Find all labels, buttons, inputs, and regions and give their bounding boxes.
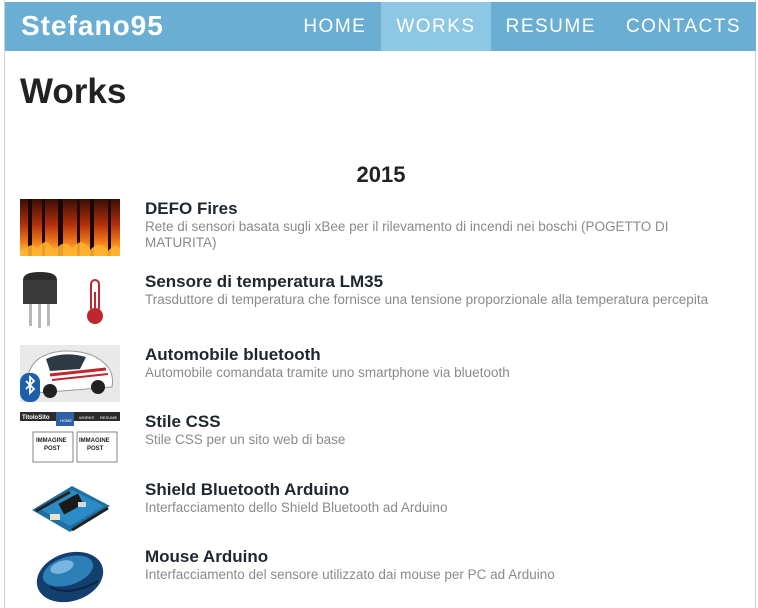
mockup-nav-works: WORKS bbox=[79, 415, 94, 420]
mockup-box2-line2: POST bbox=[87, 446, 104, 452]
mockup-box1-line2: POST bbox=[44, 446, 61, 452]
work-item-description: Stile CSS per un sito web di base bbox=[145, 432, 346, 447]
top-navbar: Stefano95 HOME WORKS RESUME CONTACTS bbox=[5, 2, 756, 51]
arduino-shield-image[interactable] bbox=[20, 480, 120, 537]
work-item-title[interactable]: DEFO Fires bbox=[145, 199, 238, 219]
mockup-site-title: TitoloSito bbox=[22, 415, 50, 421]
work-item: DEFO Fires Rete di sensori basata sugli … bbox=[20, 199, 740, 259]
work-item-title[interactable]: Automobile bluetooth bbox=[145, 345, 321, 365]
year-heading: 2015 bbox=[356, 162, 406, 187]
temperature-sensor-image[interactable] bbox=[20, 272, 120, 329]
site-brand[interactable]: Stefano95 bbox=[21, 9, 164, 43]
nav-resume[interactable]: RESUME bbox=[491, 2, 611, 51]
work-item-description: Rete di sensori basata sugli xBee per il… bbox=[145, 219, 669, 250]
work-item-description: Trasduttore di temperatura che fornisce … bbox=[145, 292, 709, 307]
work-item: Shield Bluetooth Arduino Interfacciament… bbox=[20, 480, 740, 540]
nav-works[interactable]: WORKS bbox=[381, 2, 491, 51]
work-item: Mouse Arduino Interfacciamento del senso… bbox=[20, 547, 740, 607]
work-item: Sensore di temperatura LM35 Trasduttore … bbox=[20, 272, 740, 332]
work-item: TitoloSito HOME WORKS RESUME IMMAGINE PO… bbox=[20, 412, 740, 472]
main-nav: HOME WORKS RESUME CONTACTS bbox=[288, 2, 756, 51]
work-item: Automobile bluetooth Automobile comandat… bbox=[20, 345, 740, 405]
mouse-image[interactable] bbox=[20, 547, 120, 604]
work-item-description: Automobile comandata tramite uno smartph… bbox=[145, 365, 510, 380]
mockup-nav-resume: RESUME bbox=[100, 415, 117, 420]
work-item-description: Interfacciamento dello Shield Bluetooth … bbox=[145, 500, 448, 515]
bluetooth-car-image[interactable] bbox=[20, 345, 120, 402]
work-item-title[interactable]: Mouse Arduino bbox=[145, 547, 268, 567]
mockup-box1-line1: IMMAGINE bbox=[36, 438, 67, 444]
mockup-box2-line1: IMMAGINE bbox=[79, 438, 110, 444]
work-item-title[interactable]: Shield Bluetooth Arduino bbox=[145, 480, 349, 500]
work-item-description: Interfacciamento del sensore utilizzato … bbox=[145, 567, 555, 582]
css-mockup-image[interactable]: TitoloSito HOME WORKS RESUME IMMAGINE PO… bbox=[20, 412, 120, 469]
work-item-title[interactable]: Stile CSS bbox=[145, 412, 221, 432]
forest-fire-image[interactable] bbox=[20, 199, 120, 256]
mockup-nav-home: HOME bbox=[60, 418, 72, 423]
work-item-title[interactable]: Sensore di temperatura LM35 bbox=[145, 272, 383, 292]
nav-contacts[interactable]: CONTACTS bbox=[611, 2, 756, 51]
nav-home[interactable]: HOME bbox=[288, 2, 381, 51]
page-title: Works bbox=[20, 72, 127, 111]
